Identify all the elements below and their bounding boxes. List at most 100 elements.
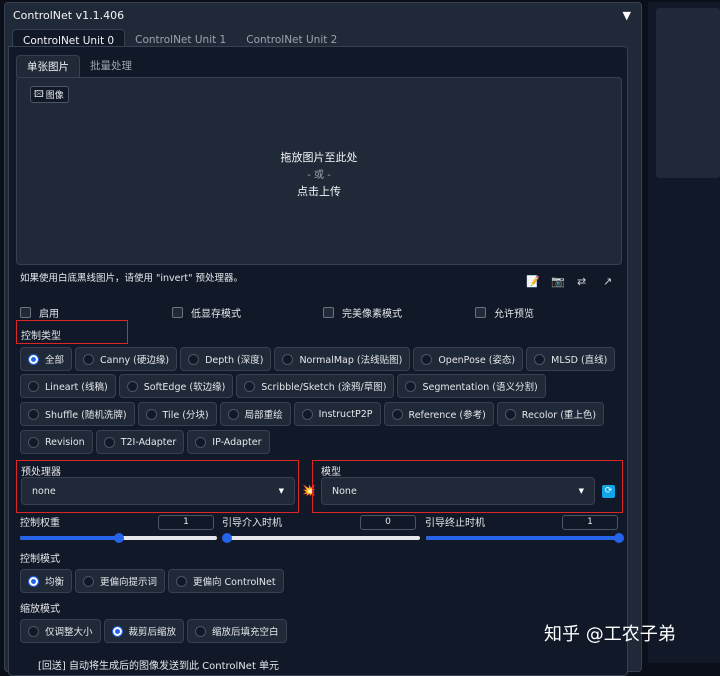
allow-preview-checkbox[interactable]: 允许预览 [475,305,534,320]
control-type-option[interactable]: Lineart (线稿) [20,374,116,398]
model-dropdown[interactable]: None ▼ [321,477,595,505]
control-type-label: 控制类型 [21,331,61,342]
control-type-option-label: SoftEdge (软边缘) [143,382,226,393]
resize-mode-label: 缩放模式 [20,604,60,615]
control-type-option-label: Revision [45,436,85,448]
radio-icon [145,408,157,420]
control-type-option[interactable]: SoftEdge (软边缘) [118,374,234,398]
radio-icon [227,408,239,420]
radio-icon [28,353,39,365]
radio-icon [405,380,417,392]
control-type-option[interactable]: Revision [20,430,93,454]
radio-icon [28,575,39,587]
output-panel [656,8,720,178]
control-type-option[interactable]: Recolor (重上色) [496,402,605,426]
chevron-down-icon: ▼ [278,487,284,495]
radio-icon [83,353,95,365]
radio-icon [111,625,123,637]
control-mode-option-label: 更偏向 ControlNet [193,577,276,588]
control-type-option-label: 局部重绘 [244,410,283,421]
image-label: 🖾 图像 [30,86,69,103]
control-type-option-label: InstructP2P [318,408,373,420]
image-icon: 🖾 [34,89,44,100]
preprocessor-label: 预处理器 [21,467,61,478]
end-input[interactable]: 1 [562,515,618,530]
send-icon[interactable]: ↗ [603,275,612,288]
control-type-option[interactable]: Canny (硬边缘) [75,347,178,371]
pixel-perfect-checkbox[interactable]: 完美像素模式 [323,305,402,320]
drop-text-2: - 或 - [307,170,331,181]
enable-checkbox[interactable]: 启用 [20,305,59,320]
tab-batch[interactable]: 批量处理 [80,55,142,78]
tab-single-image[interactable]: 单张图片 [16,55,80,78]
radio-icon [534,353,546,365]
collapse-icon[interactable]: ▼ [623,9,631,22]
control-type-option[interactable]: Shuffle (随机洗牌) [20,402,135,426]
slider-handle[interactable] [113,533,124,543]
control-mode-option-label: 均衡 [45,577,65,588]
start-input[interactable]: 0 [360,515,416,530]
model-label: 模型 [321,467,341,478]
control-type-option-label: Scribble/Sketch (涂鸦/草图) [261,382,387,393]
image-label-text: 图像 [45,91,64,101]
start-slider[interactable] [222,533,420,543]
resize-mode-option[interactable]: 仅调整大小 [20,619,101,643]
swap-icon[interactable]: ⇄ [577,275,586,288]
control-type-option-label: IP-Adapter [212,436,262,448]
right-column [648,2,720,663]
control-type-option-label: Recolor (重上色) [521,410,597,421]
radio-icon [301,408,313,420]
weight-input[interactable]: 1 [158,515,214,530]
resize-mode-option[interactable]: 裁剪后缩放 [103,619,185,643]
radio-icon [188,353,200,365]
control-type-option[interactable]: 局部重绘 [219,402,291,426]
edit-icon[interactable]: 📝 [526,275,540,288]
watermark: 知乎 @工农子弟 [544,624,676,645]
control-type-option[interactable]: Tile (分块) [137,402,217,426]
control-type-option-label: T2I-Adapter [120,436,177,448]
control-type-option[interactable]: MLSD (直线) [526,347,616,371]
control-type-option[interactable]: NormalMap (法线贴图) [274,347,411,371]
control-type-option-label: Canny (硬边缘) [100,355,170,366]
refresh-icon[interactable]: ⟳ [602,485,615,498]
end-slider[interactable] [426,533,624,543]
control-type-option[interactable]: OpenPose (姿态) [413,347,524,371]
weight-label: 控制权重 [20,518,60,529]
low-vram-checkbox[interactable]: 低显存模式 [172,305,241,320]
control-type-option[interactable]: InstructP2P [293,402,381,426]
control-type-option-label: MLSD (直线) [551,355,608,366]
control-mode-option-label: 更偏向提示词 [100,577,158,588]
control-type-option[interactable]: Scribble/Sketch (涂鸦/草图) [236,374,395,398]
start-label: 引导介入时机 [222,518,282,529]
control-type-option-label: NormalMap (法线贴图) [299,355,403,366]
control-type-option[interactable]: Segmentation (语义分割) [397,374,546,398]
control-type-option[interactable]: IP-Adapter [187,430,270,454]
control-type-option[interactable]: 全部 [20,347,73,371]
control-type-option[interactable]: Depth (深度) [180,347,272,371]
preprocessor-dropdown[interactable]: none ▼ [21,477,295,505]
radio-icon [504,408,516,420]
radio-icon [103,436,115,448]
resize-mode-option-label: 仅调整大小 [45,627,93,638]
control-mode-options: 均衡 更偏向提示词 更偏向 ControlNet [20,569,284,593]
slider-handle[interactable] [614,533,624,543]
control-type-row-4: Revision T2I-Adapter IP-Adapter [20,430,270,454]
radio-icon [28,436,39,448]
radio-icon [391,408,403,420]
drop-text-3: 点击上传 [297,185,341,198]
image-tabs: 单张图片 批量处理 [16,55,142,78]
radio-icon [421,353,433,365]
control-mode-option[interactable]: 均衡 [20,569,73,593]
control-type-option[interactable]: T2I-Adapter [95,430,185,454]
control-mode-label: 控制模式 [20,554,60,565]
weight-slider[interactable] [20,533,217,543]
camera-icon[interactable]: 📷 [551,275,565,288]
control-type-option[interactable]: Reference (参考) [383,402,494,426]
control-mode-option[interactable]: 更偏向 ControlNet [168,569,284,593]
control-mode-option[interactable]: 更偏向提示词 [75,569,166,593]
radio-icon [176,575,188,587]
radio-icon [195,625,207,637]
resize-mode-option[interactable]: 缩放后填充空白 [187,619,287,643]
radio-icon [28,408,39,420]
slider-handle[interactable] [222,533,232,543]
